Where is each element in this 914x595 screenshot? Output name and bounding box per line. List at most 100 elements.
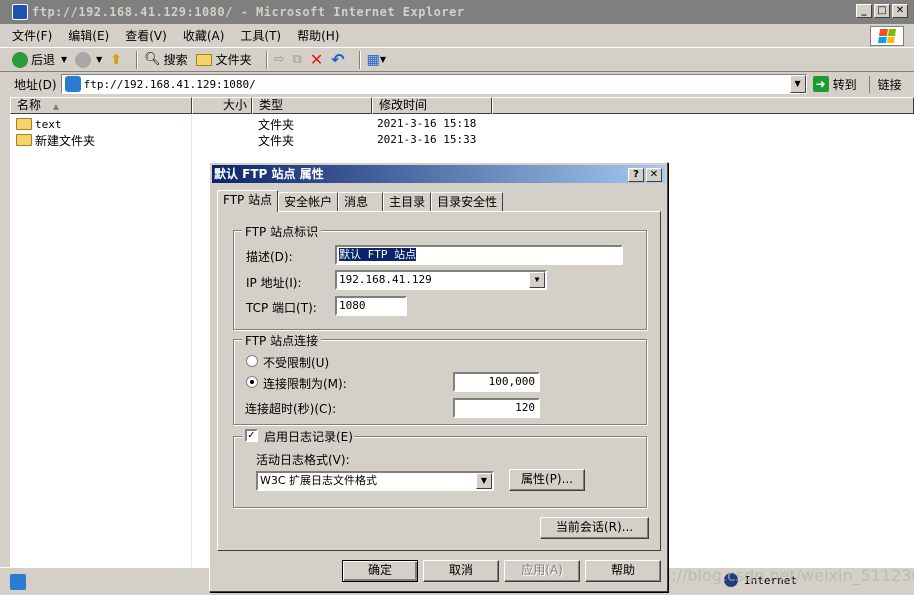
address-value[interactable]: ftp://192.168.41.129:1080/ xyxy=(84,78,256,91)
undo-icon: ↶ xyxy=(331,50,345,69)
tab-security-accounts[interactable]: 安全帐户 xyxy=(278,192,339,212)
views-dropdown-icon[interactable]: ▼ xyxy=(380,55,386,64)
forward-button[interactable]: ▼ xyxy=(75,51,102,68)
address-input[interactable]: ftp://192.168.41.129:1080/ ▼ xyxy=(60,74,807,94)
file-type: 文件夹 xyxy=(258,118,295,132)
file-name: 新建文件夹 xyxy=(35,133,96,148)
forward-dropdown-icon[interactable]: ▼ xyxy=(96,55,102,64)
tab-ftp-site[interactable]: FTP 站点 xyxy=(217,190,279,212)
file-name: text xyxy=(35,117,62,131)
current-sessions-button[interactable]: 当前会话(R)... xyxy=(540,517,649,539)
back-label: 后退 xyxy=(31,53,56,67)
search-label: 搜索 xyxy=(163,53,188,67)
unlimited-radio[interactable] xyxy=(246,355,258,367)
views-button[interactable]: ▦ ▼ xyxy=(367,52,386,68)
tcp-port-input[interactable]: 1080 xyxy=(335,296,407,316)
search-button[interactable]: 🔍︎ 搜索 xyxy=(144,51,188,68)
sort-ascending-icon: ▲ xyxy=(52,102,59,111)
windows-logo-icon xyxy=(870,26,904,46)
ip-address-value: 192.168.41.129 xyxy=(339,273,432,286)
menu-bar: 文件(F) 编辑(E) 查看(V) 收藏(A) 工具(T) 帮助(H) xyxy=(0,24,914,48)
menu-tools[interactable]: 工具(T) xyxy=(240,27,281,44)
ip-address-combo[interactable]: 192.168.41.129 ▼ xyxy=(335,270,547,290)
file-type: 文件夹 xyxy=(258,134,295,148)
description-label: 描述(D): xyxy=(246,250,293,264)
menu-file[interactable]: 文件(F) xyxy=(12,27,52,44)
views-icon: ▦ xyxy=(366,51,380,68)
dialog-help-button[interactable]: ? xyxy=(628,168,644,182)
back-dropdown-icon[interactable]: ▼ xyxy=(61,55,67,64)
limited-radio[interactable] xyxy=(246,376,258,388)
log-properties-button[interactable]: 属性(P)... xyxy=(509,469,585,491)
enable-logging-legend: ✓ 启用日志记录(E) xyxy=(242,428,354,444)
log-format-value: W3C 扩展日志文件格式 xyxy=(260,474,378,487)
ie-app-icon xyxy=(12,4,28,20)
copy-to-button[interactable]: ⧉ xyxy=(293,52,302,67)
file-modified: 2021-3-16 15:33 xyxy=(377,133,477,146)
description-input[interactable]: 默认 FTP 站点 xyxy=(335,245,623,265)
unlimited-label: 不受限制(U) xyxy=(263,356,330,370)
site-connections-legend: FTP 站点连接 xyxy=(242,332,322,349)
move-to-button[interactable]: ⇨ xyxy=(274,52,285,67)
ie-page-icon xyxy=(64,76,81,92)
window-title: ftp://192.168.41.129:1080/ - Microsoft I… xyxy=(32,5,465,19)
tab-strip: FTP 站点 安全帐户 消息 主目录 目录安全性 xyxy=(217,190,504,212)
toolbar-separator xyxy=(136,50,139,69)
column-header-name[interactable]: 名称 ▲ xyxy=(10,97,192,114)
folders-button[interactable]: 文件夹 xyxy=(195,51,252,68)
up-button[interactable]: ⬆ xyxy=(110,52,122,68)
enable-logging-checkbox[interactable]: ✓ xyxy=(245,429,258,442)
links-button[interactable]: 链接 xyxy=(868,75,902,93)
help-button[interactable]: 帮助 xyxy=(585,560,661,582)
go-button[interactable]: ➜ 转到 xyxy=(812,76,857,93)
back-button[interactable]: 后退 ▼ xyxy=(12,51,67,68)
tab-panel-ftp-site: FTP 站点标识 描述(D): 默认 FTP 站点 IP 地址(I): 192.… xyxy=(217,211,661,551)
column-header-size[interactable]: 大小 xyxy=(192,97,252,114)
go-label: 转到 xyxy=(832,77,857,92)
tab-directory-security[interactable]: 目录安全性 xyxy=(431,192,504,212)
search-icon: 🔍︎ xyxy=(144,52,161,67)
back-arrow-icon xyxy=(12,51,28,68)
dialog-close-button[interactable]: ✕ xyxy=(646,168,662,182)
menu-favorites[interactable]: 收藏(A) xyxy=(183,27,225,44)
list-item[interactable]: text xyxy=(10,116,62,132)
security-zone: Internet xyxy=(724,570,797,590)
column-header-type[interactable]: 类型 xyxy=(252,97,372,114)
globe-icon xyxy=(724,573,738,587)
enable-logging-label: 启用日志记录(E) xyxy=(264,430,353,444)
folders-icon xyxy=(195,53,212,66)
menu-edit[interactable]: 编辑(E) xyxy=(68,27,109,44)
dialog-title: 默认 FTP 站点 属性 xyxy=(214,167,324,181)
logging-group: ✓ 启用日志记录(E) 活动日志格式(V): W3C 扩展日志文件格式 ▼ 属性… xyxy=(233,428,647,508)
ftp-site-properties-dialog: 默认 FTP 站点 属性 ? ✕ FTP 站点 安全帐户 消息 主目录 目录安全… xyxy=(209,162,668,592)
menu-help[interactable]: 帮助(H) xyxy=(297,27,339,44)
apply-button[interactable]: 应用(A) xyxy=(504,560,580,582)
ip-dropdown-icon[interactable]: ▼ xyxy=(529,272,545,288)
address-bar: 地址(D) ftp://192.168.41.129:1080/ ▼ ➜ 转到 … xyxy=(0,73,914,95)
log-format-label: 活动日志格式(V): xyxy=(256,453,350,467)
list-item[interactable]: 新建文件夹 xyxy=(10,132,95,148)
cancel-button[interactable]: 取消 xyxy=(423,560,499,582)
page-status-icon xyxy=(10,573,26,590)
limited-label: 连接限制为(M): xyxy=(263,377,347,391)
go-arrow-icon: ➜ xyxy=(812,76,829,92)
tab-messages[interactable]: 消息 xyxy=(338,192,384,212)
close-button[interactable]: ✕ xyxy=(892,4,908,18)
undo-button[interactable]: ↶ xyxy=(331,50,344,69)
maximize-button[interactable]: □ xyxy=(874,4,890,18)
connection-limit-input[interactable]: 100,000 xyxy=(453,372,540,392)
delete-button[interactable]: ✕ xyxy=(310,50,323,69)
minimize-button[interactable]: _ xyxy=(856,4,872,18)
window-titlebar: ftp://192.168.41.129:1080/ - Microsoft I… xyxy=(0,0,914,24)
tab-home-directory[interactable]: 主目录 xyxy=(383,192,432,212)
column-header-modified[interactable]: 修改时间 xyxy=(372,97,492,114)
menu-view[interactable]: 查看(V) xyxy=(125,27,167,44)
timeout-input[interactable]: 120 xyxy=(453,398,540,418)
ok-button[interactable]: 确定 xyxy=(342,560,418,582)
log-format-dropdown-icon[interactable]: ▼ xyxy=(476,473,492,489)
log-format-combo[interactable]: W3C 扩展日志文件格式 ▼ xyxy=(256,471,494,491)
move-to-icon: ⇨ xyxy=(273,52,285,67)
address-dropdown-icon[interactable]: ▼ xyxy=(789,75,806,93)
ip-address-label: IP 地址(I): xyxy=(246,276,302,290)
window-controls: _ □ ✕ xyxy=(856,4,908,18)
